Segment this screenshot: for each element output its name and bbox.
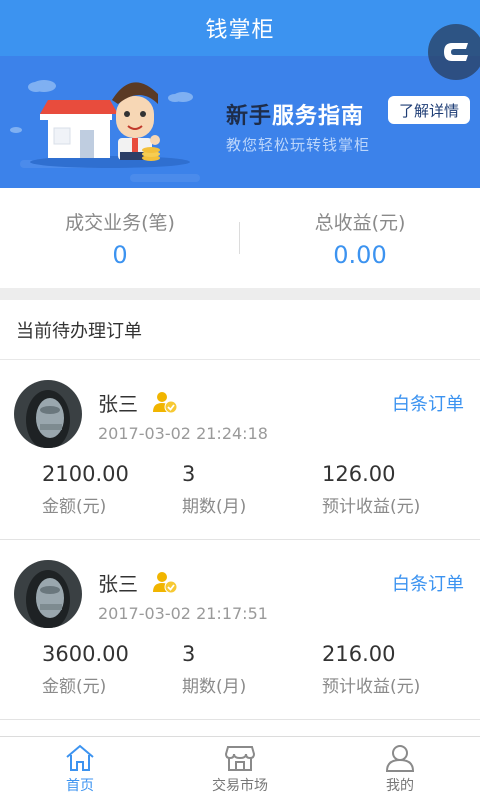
periods-label: 期数(月) bbox=[182, 677, 247, 697]
income-value: 126.00 bbox=[322, 462, 396, 486]
guide-banner[interactable]: 新手服务指南 教您轻松玩转钱掌柜 了解详情 bbox=[0, 56, 480, 188]
stats-panel: 成交业务(笔) 0 总收益(元) 0.00 bbox=[0, 188, 480, 288]
income-label: 预计收益(元) bbox=[322, 497, 421, 517]
amount-value: 3600.00 bbox=[42, 642, 129, 666]
order-card[interactable]: 张三 白条订单 2017-03-02 21:24:18 2100.00 金额(元… bbox=[0, 360, 480, 540]
stat-value: 0.00 bbox=[333, 240, 387, 269]
order-type-link[interactable]: 白条订单 bbox=[392, 570, 464, 596]
shop-illustration bbox=[10, 80, 193, 168]
bottom-tab-bar: 首页 交易市场 我的 bbox=[0, 736, 480, 800]
periods-column: 3 期数(月) bbox=[182, 462, 246, 517]
amount-column: 3600.00 金额(元) bbox=[42, 642, 129, 697]
home-icon bbox=[66, 744, 94, 771]
periods-column: 3 期数(月) bbox=[182, 642, 246, 697]
person-icon bbox=[385, 744, 415, 772]
banner-subtitle: 教您轻松玩转钱掌柜 bbox=[226, 136, 371, 154]
income-label: 预计收益(元) bbox=[322, 677, 421, 697]
amount-label: 金额(元) bbox=[42, 497, 107, 517]
tab-mine[interactable]: 我的 bbox=[320, 737, 480, 800]
c-logo-icon bbox=[444, 43, 468, 61]
banner-title: 新手服务指南 bbox=[226, 104, 365, 129]
tab-label: 交易市场 bbox=[212, 777, 268, 794]
customer-name: 张三 bbox=[98, 572, 138, 596]
periods-value: 3 bbox=[182, 642, 196, 666]
market-icon bbox=[224, 745, 256, 771]
order-time: 2017-03-02 21:17:51 bbox=[98, 604, 268, 623]
amount-label: 金额(元) bbox=[42, 677, 107, 697]
stat-label: 总收益(元) bbox=[314, 211, 406, 234]
periods-value: 3 bbox=[182, 462, 196, 486]
app-root: 钱掌柜 新手服务指南 教您轻松玩转钱掌柜 了解详情 成交业务(笔) 0 总收益(… bbox=[0, 0, 480, 800]
income-column: 126.00 预计收益(元) bbox=[322, 462, 420, 517]
section-gap bbox=[0, 288, 480, 300]
order-type-link[interactable]: 白条订单 bbox=[392, 390, 464, 416]
floating-assist-button[interactable] bbox=[428, 24, 480, 80]
section-title: 当前待办理订单 bbox=[0, 300, 480, 360]
income-column: 216.00 预计收益(元) bbox=[322, 642, 420, 697]
tab-label: 我的 bbox=[386, 777, 414, 794]
stat-value: 0 bbox=[112, 240, 128, 269]
tab-label: 首页 bbox=[66, 777, 94, 794]
verified-user-icon bbox=[153, 392, 178, 414]
stat-label: 成交业务(笔) bbox=[65, 211, 175, 234]
customer-name: 张三 bbox=[98, 392, 138, 416]
stat-income: 总收益(元) 0.00 bbox=[240, 188, 480, 288]
order-time: 2017-03-02 21:24:18 bbox=[98, 424, 268, 443]
stat-deals: 成交业务(笔) 0 bbox=[0, 188, 240, 288]
amount-value: 2100.00 bbox=[42, 462, 129, 486]
amount-column: 2100.00 金额(元) bbox=[42, 462, 129, 517]
avatar bbox=[14, 380, 82, 448]
income-value: 216.00 bbox=[322, 642, 396, 666]
order-card[interactable]: 张三 白条订单 2017-03-02 21:17:51 3600.00 金额(元… bbox=[0, 540, 480, 720]
learn-more-button[interactable]: 了解详情 bbox=[388, 96, 470, 124]
verified-user-icon bbox=[153, 572, 178, 594]
tab-market[interactable]: 交易市场 bbox=[160, 737, 320, 800]
avatar bbox=[14, 560, 82, 628]
page-title: 钱掌柜 bbox=[205, 18, 275, 43]
stat-divider bbox=[239, 222, 240, 254]
tab-home[interactable]: 首页 bbox=[0, 737, 160, 800]
title-bar: 钱掌柜 bbox=[0, 0, 480, 56]
periods-label: 期数(月) bbox=[182, 497, 247, 517]
